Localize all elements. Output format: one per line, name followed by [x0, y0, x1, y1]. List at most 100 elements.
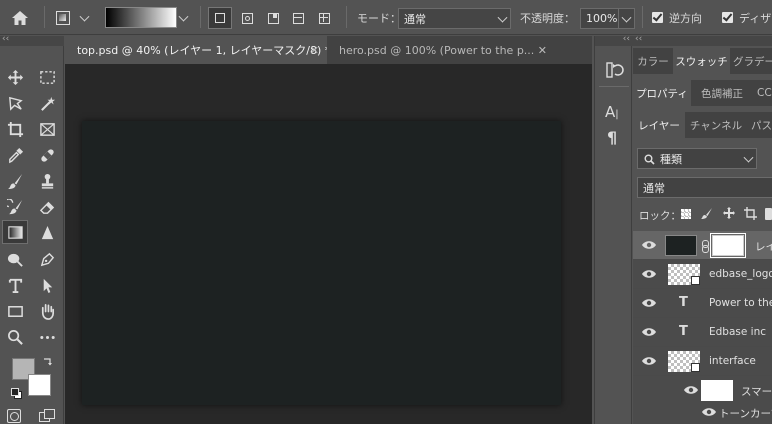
screen-mode-icon[interactable] [39, 409, 55, 423]
move-tool[interactable] [4, 66, 26, 88]
opacity-input[interactable]: 100% [580, 8, 635, 29]
tab-swatches[interactable]: スウォッチ [673, 48, 730, 74]
lock-transparent-pixels-icon[interactable] [681, 209, 691, 219]
background-color-swatch[interactable] [28, 374, 51, 396]
visibility-eye-icon[interactable] [642, 269, 656, 279]
rectangle-tool[interactable] [4, 300, 26, 322]
blend-mode-value: 通常 [643, 181, 665, 195]
visibility-eye-icon[interactable] [642, 298, 656, 308]
tab-layers[interactable]: レイヤー [633, 112, 685, 138]
linear-gradient-button[interactable] [208, 7, 232, 29]
filter-mask-thumbnail[interactable] [701, 380, 733, 401]
gradient-tool[interactable] [2, 220, 28, 244]
blend-mode-select[interactable]: 通常 [637, 177, 772, 198]
collapse-panel-icon[interactable]: ‹‹ [2, 34, 9, 44]
visibility-eye-icon[interactable] [702, 407, 716, 417]
document-canvas[interactable] [82, 121, 561, 405]
layer-row-edbase-logo[interactable]: edbase_logo [633, 260, 772, 289]
close-icon[interactable]: ✕ [538, 44, 547, 57]
close-icon[interactable]: ✕ [310, 44, 319, 57]
gradient-tool-preset-icon [56, 11, 70, 25]
quick-mask-icon[interactable] [7, 409, 21, 423]
rectangle-icon [7, 305, 23, 317]
dodge-tool[interactable] [4, 248, 26, 270]
lasso-icon [8, 96, 23, 111]
frame-tool[interactable] [36, 118, 58, 140]
tab-cc-libraries[interactable]: CC [757, 80, 772, 106]
type-tool[interactable] [4, 274, 26, 296]
default-colors-icon[interactable] [11, 388, 22, 399]
magic-wand-tool[interactable] [36, 92, 58, 114]
diamond-gradient-button[interactable] [313, 7, 335, 29]
lasso-tool[interactable] [4, 92, 26, 114]
tab-properties[interactable]: プロパティ [633, 80, 691, 106]
tab-paths[interactable]: パス [751, 112, 772, 138]
strip-header[interactable]: ‹‹ [595, 34, 633, 46]
dither-checkbox[interactable] [722, 12, 733, 23]
lock-artboard-icon[interactable] [744, 207, 757, 220]
visibility-eye-icon[interactable] [684, 385, 698, 395]
tab-label: top.psd @ 40% (レイヤー 1, レイヤーマスク/8) * [77, 44, 331, 57]
history-panel-icon[interactable] [604, 60, 624, 80]
expand-panel-icon[interactable]: ‹‹ [623, 34, 630, 44]
paragraph-panel-icon[interactable]: ¶ [607, 128, 627, 148]
lock-image-pixels-icon[interactable] [701, 207, 713, 219]
layer-row-curves[interactable]: トーンカーブ [633, 399, 772, 424]
visibility-eye-icon[interactable] [642, 356, 656, 366]
magnifier-icon [7, 329, 23, 345]
gradient-preview[interactable] [105, 7, 177, 28]
visibility-eye-icon[interactable] [642, 240, 656, 250]
eyedropper-tool[interactable] [4, 144, 26, 166]
angle-gradient-button[interactable] [262, 7, 284, 29]
pen-icon [40, 252, 54, 266]
tools-panel-header[interactable]: ‹‹ [0, 34, 64, 46]
clone-stamp-tool[interactable] [36, 170, 58, 192]
tab-adjustments[interactable]: 色調補正 [693, 80, 751, 106]
crop-tool[interactable] [4, 118, 26, 140]
layer-mask-thumbnail[interactable] [710, 233, 746, 258]
tab-top-psd[interactable]: top.psd @ 40% (レイヤー 1, レイヤーマスク/8) * ✕ [65, 36, 331, 64]
layer-row-edbase-inc[interactable]: T Edbase inc [633, 318, 772, 347]
reflected-gradient-button[interactable] [287, 7, 309, 29]
tool-preset-picker[interactable] [54, 8, 90, 28]
dock-header[interactable]: ‹‹ [633, 34, 772, 46]
pen-tool[interactable] [36, 248, 58, 270]
edit-toolbar-button[interactable] [36, 326, 58, 348]
layer-row-interface[interactable]: interface [633, 347, 772, 376]
tab-gradients[interactable]: グラデー [733, 48, 772, 74]
visibility-eye-icon[interactable] [642, 327, 656, 337]
collapse-dock-icon[interactable]: ‹‹ [635, 34, 642, 44]
lock-position-icon[interactable] [723, 207, 735, 219]
layer-thumbnail[interactable] [665, 235, 697, 256]
character-panel-icon[interactable]: A| [605, 102, 625, 122]
reverse-checkbox[interactable] [652, 12, 663, 23]
blur-tool[interactable] [36, 222, 58, 244]
history-brush-tool[interactable] [4, 196, 26, 218]
tab-color[interactable]: カラー [633, 48, 673, 74]
eraser-tool[interactable] [36, 196, 58, 218]
diamond-gradient-icon [318, 12, 330, 24]
swap-colors-icon[interactable] [42, 357, 52, 367]
gradient-picker[interactable] [105, 7, 191, 28]
path-selection-tool[interactable] [36, 274, 58, 296]
radial-gradient-button[interactable] [236, 7, 258, 29]
chain-link-icon[interactable] [701, 240, 709, 253]
hand-tool[interactable] [36, 300, 58, 322]
healing-brush-tool[interactable] [36, 144, 58, 166]
rectangular-marquee-tool[interactable] [36, 66, 58, 88]
tab-channels[interactable]: チャンネル [687, 112, 745, 138]
home-icon[interactable] [8, 7, 32, 29]
layer-row-power-to-the[interactable]: T Power to the [633, 289, 772, 318]
bandage-icon [40, 148, 54, 162]
brush-tool[interactable] [4, 170, 26, 192]
move-icon [7, 69, 23, 85]
mode-select[interactable]: 通常 [398, 8, 511, 29]
layer-thumbnail[interactable] [668, 351, 700, 372]
layer-thumbnail[interactable] [668, 264, 700, 285]
gradient-icon [7, 225, 23, 239]
lock-all-icon[interactable] [765, 208, 772, 220]
layer-filter-select[interactable]: 種類 [637, 148, 757, 169]
tab-hero-psd[interactable]: hero.psd @ 100% (Power to the p... ✕ [327, 36, 555, 64]
zoom-tool[interactable] [4, 326, 26, 348]
layer-row-masked[interactable]: レイ [633, 231, 772, 260]
